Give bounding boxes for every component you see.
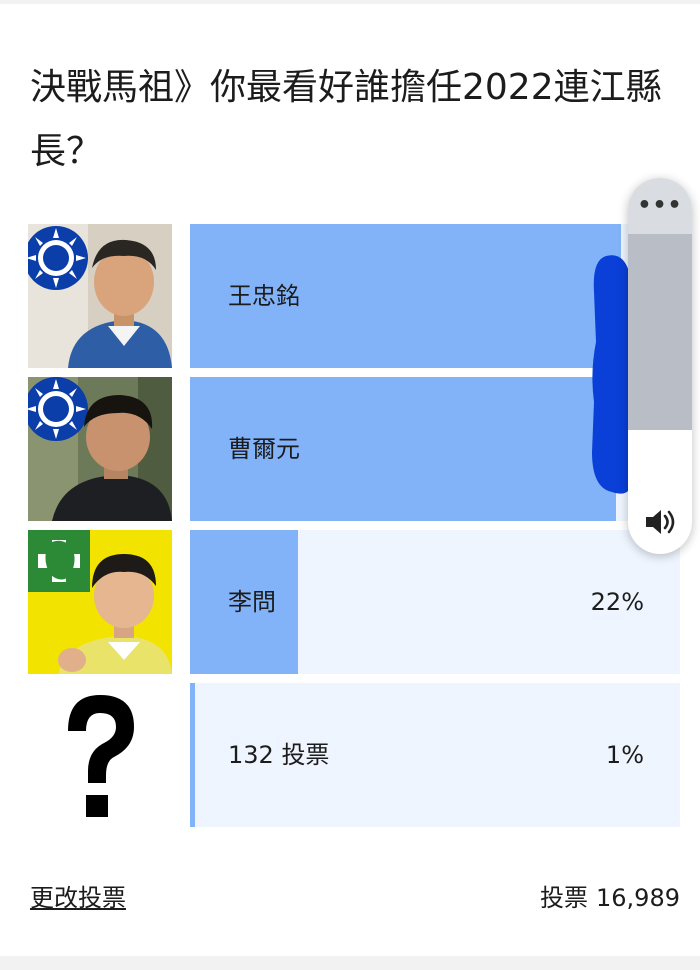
option-label-2: 曹爾元 <box>228 435 300 463</box>
vote-total-value: 16,989 <box>596 884 680 912</box>
poll-option-4[interactable]: 132 投票 1% <box>28 683 680 827</box>
more-dots-icon[interactable]: ••• <box>628 178 692 234</box>
candidate-photo-1 <box>28 224 172 368</box>
volume-overlay[interactable]: ••• <box>628 178 692 554</box>
option-percent-3: 22% <box>590 588 644 616</box>
speaker-icon[interactable] <box>642 504 678 540</box>
poll-option-2[interactable]: 曹爾元 <box>28 377 680 521</box>
vote-total: 投票 16,989 <box>532 878 680 913</box>
volume-slider[interactable] <box>628 234 692 430</box>
dpp-party-emblem <box>28 530 90 592</box>
vote-total-label: 投票 <box>540 884 589 912</box>
poll-option-3[interactable]: 李問 22% <box>28 530 680 674</box>
option-label-4: 132 投票 <box>228 741 330 769</box>
bottom-strip <box>0 956 700 970</box>
poll-option-1[interactable]: 王忠銘 <box>28 224 680 368</box>
change-vote-link[interactable]: 更改投票 <box>30 878 126 913</box>
poll-title: 決戰馬祖》你最看好誰擔任2022連江縣長？ <box>30 67 662 172</box>
option-label-3: 李問 <box>228 588 276 616</box>
option-label-1: 王忠銘 <box>228 282 300 310</box>
candidate-photo-2 <box>28 377 172 521</box>
option-percent-4: 1% <box>605 741 644 769</box>
candidate-photo-3 <box>28 530 172 674</box>
option-bar-fill-4 <box>190 683 195 827</box>
question-mark-icon <box>28 683 172 827</box>
option-bar-4: 132 投票 1% <box>190 683 680 827</box>
option-bar-3: 李問 22% <box>190 530 680 674</box>
